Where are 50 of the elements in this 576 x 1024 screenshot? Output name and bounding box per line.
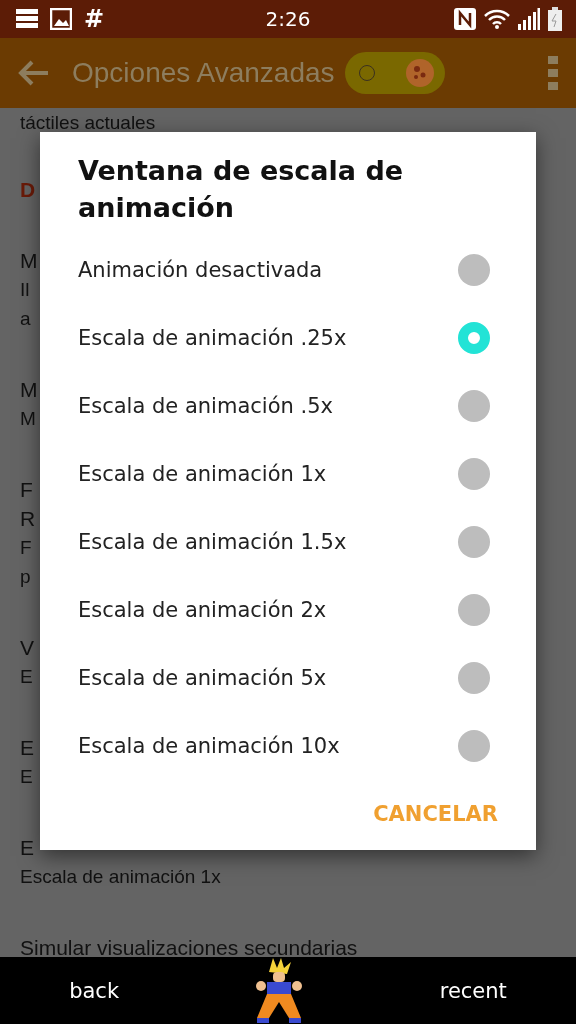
radio-button[interactable]: [458, 458, 490, 490]
setting-title: M: [20, 248, 38, 274]
toggle-switch[interactable]: [344, 52, 445, 94]
dialog-title: Ventana de escala de animación: [77, 154, 405, 225]
radio-button[interactable]: [458, 730, 490, 762]
setting-summary: M: [20, 407, 36, 431]
toolbar-title: Opciones Avanzadas: [72, 57, 335, 89]
signal-icon: [518, 8, 540, 30]
option-label[interactable]: Escala de animación 5x: [78, 666, 458, 690]
radio-button[interactable]: [458, 254, 490, 286]
setting-summary: E: [20, 765, 33, 789]
setting-title: E: [20, 835, 34, 861]
wifi-icon: [484, 9, 510, 29]
image-icon: [50, 8, 72, 30]
setting-title: R: [20, 506, 36, 532]
back-button[interactable]: back: [61, 974, 128, 1007]
setting-summary: Il: [20, 278, 30, 302]
battery-charging-icon: [548, 7, 562, 31]
radio-button[interactable]: [458, 662, 490, 694]
nfc-icon: [454, 8, 476, 30]
radio-button[interactable]: [458, 322, 490, 354]
setting-summary: F: [20, 536, 32, 560]
radio-button[interactable]: [458, 526, 490, 558]
setting-title: M: [20, 377, 38, 403]
setting-summary: E: [20, 665, 33, 689]
setting-summary: táctiles actuales: [20, 111, 156, 135]
option-label[interactable]: Escala de animación 10x: [78, 734, 458, 758]
option-label[interactable]: Escala de animación 2x: [78, 598, 458, 622]
ball-icon: [404, 58, 435, 88]
option-label[interactable]: Escala de animación 1x: [78, 462, 458, 486]
setting-title: F: [20, 477, 33, 503]
setting-title: Simular visualizaciones secundarias: [20, 935, 358, 957]
option-label[interactable]: Animación desactivada: [78, 258, 458, 282]
section-header: D: [20, 177, 36, 203]
setting-summary: Escala de animación 1x: [20, 865, 221, 889]
setting-summary: p: [20, 565, 31, 589]
radio-button[interactable]: [458, 390, 490, 422]
radio-button[interactable]: [458, 594, 490, 626]
option-label[interactable]: Escala de animación .25x: [78, 326, 458, 350]
back-arrow-icon[interactable]: [18, 60, 50, 86]
setting-title: E: [20, 735, 34, 761]
setting-summary: a: [20, 307, 31, 331]
recent-button[interactable]: recent: [431, 974, 515, 1007]
setting-title: V: [20, 635, 34, 661]
hash-symbol: #: [84, 7, 105, 31]
clock-time: 2:26: [265, 7, 311, 31]
storage-icon: [16, 9, 38, 29]
more-options-icon[interactable]: [548, 56, 558, 90]
option-label[interactable]: Escala de animación 1.5x: [78, 530, 458, 554]
option-label[interactable]: Escala de animación .5x: [78, 394, 458, 418]
